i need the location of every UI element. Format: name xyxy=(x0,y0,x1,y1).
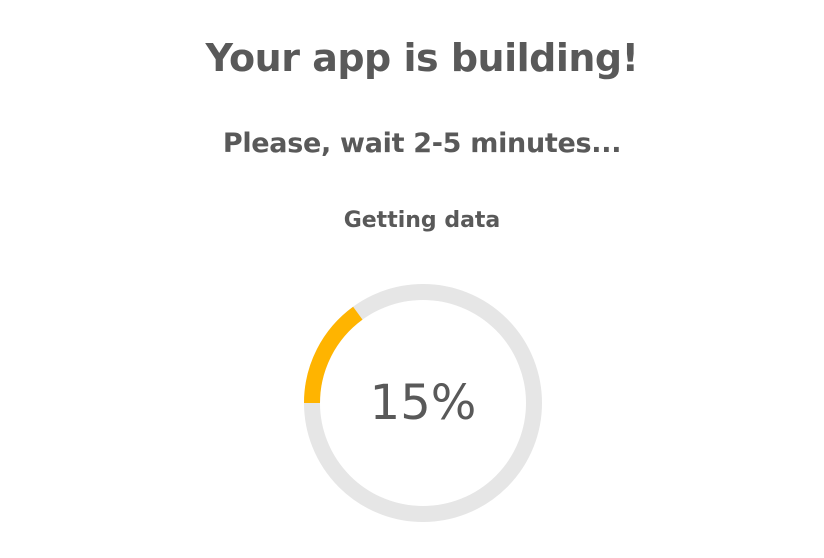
progress-ring: 15% xyxy=(302,282,544,524)
progress-percent: 15% xyxy=(369,375,477,431)
wait-message: Please, wait 2-5 minutes... xyxy=(222,128,622,159)
current-step-label: Getting data xyxy=(343,208,501,233)
page-title: Your app is building! xyxy=(205,36,639,80)
